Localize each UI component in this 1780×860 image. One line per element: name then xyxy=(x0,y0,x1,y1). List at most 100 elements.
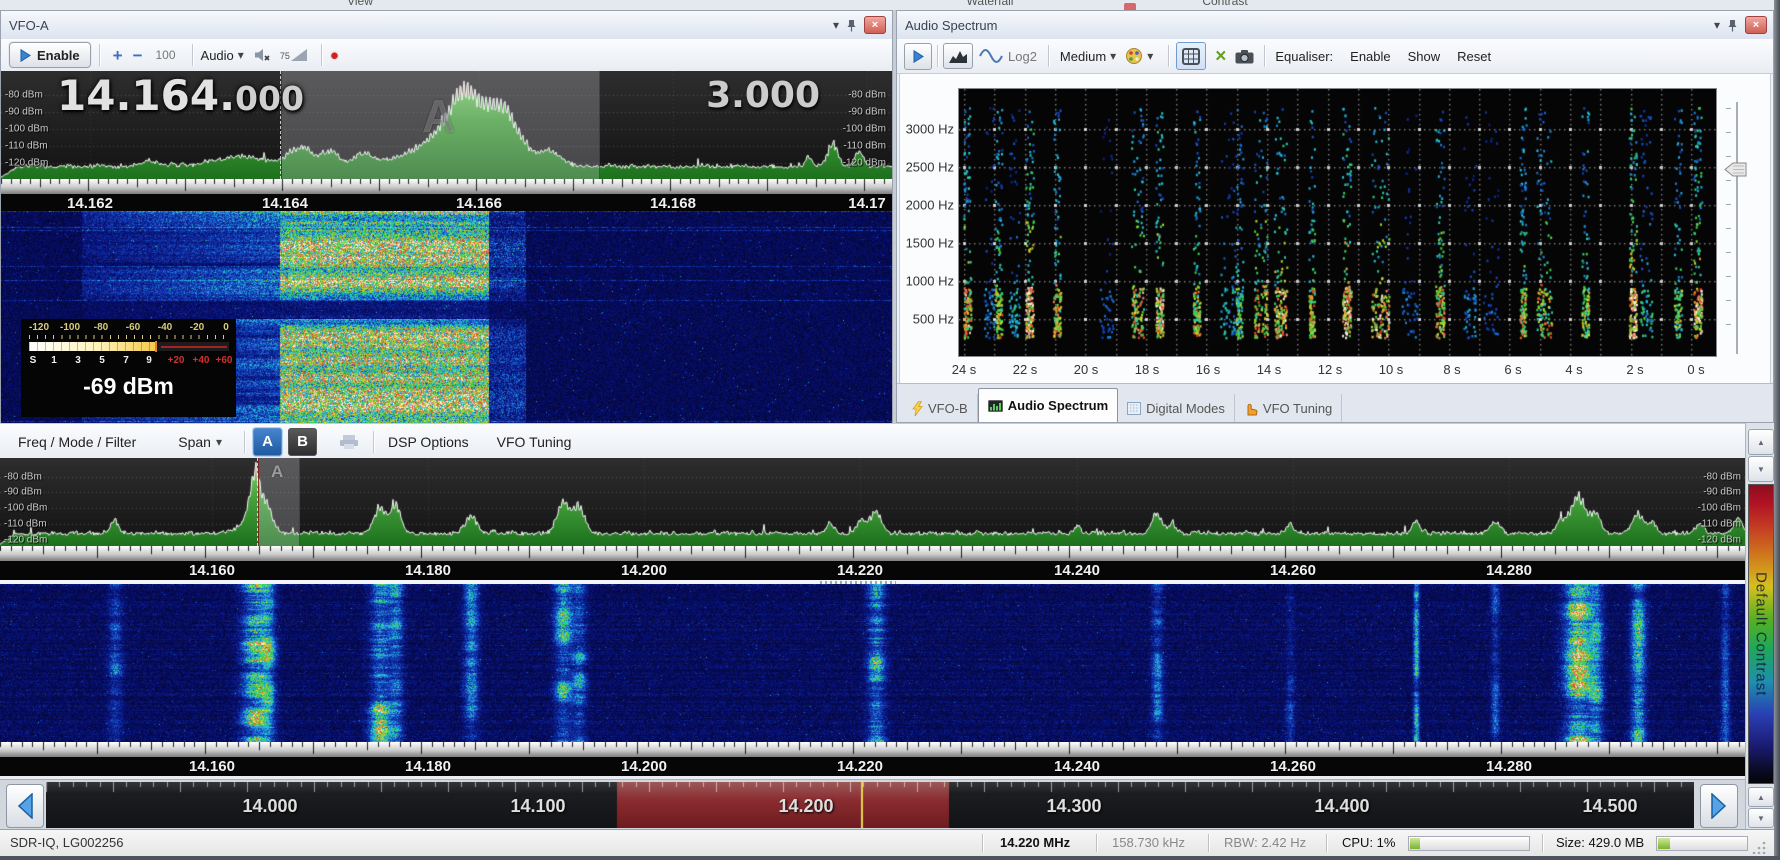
meter-reading: -69 dBm xyxy=(83,373,174,399)
spectrum-view-button[interactable] xyxy=(943,43,973,69)
lightning-icon xyxy=(912,400,923,416)
freq-tick: 14.160 xyxy=(189,758,235,775)
navigator-labels[interactable]: 14.000 14.100 14.200 14.300 14.400 14.50… xyxy=(46,782,1694,828)
vfo-a-frequency-labels[interactable]: 14.162 14.164 14.166 14.168 14.17 xyxy=(1,194,892,212)
dsp-options-button[interactable]: DSP Options xyxy=(388,434,469,450)
meter-s-tick: 1 xyxy=(51,355,57,366)
meter-over-tick: +60 xyxy=(215,355,233,366)
span-dropdown-icon[interactable]: ▾ xyxy=(216,436,222,448)
audio-waterfall-canvas[interactable] xyxy=(958,88,1717,357)
close-icon[interactable]: × xyxy=(1745,16,1767,34)
printer-icon[interactable] xyxy=(339,434,359,450)
palette-dropdown-icon[interactable]: ▾ xyxy=(1147,50,1153,62)
meter-s-scale: S 1 3 5 7 9 +20 +40 +60 xyxy=(21,355,236,367)
scroll-down-button[interactable]: ▼ xyxy=(1748,808,1774,828)
vfo-tuning-hand-icon xyxy=(1247,403,1258,415)
vfo-a-filter-selection[interactable]: A xyxy=(281,71,600,179)
clear-icon[interactable]: × xyxy=(1215,47,1226,66)
camera-icon[interactable] xyxy=(1235,49,1254,64)
time-tick: 12 s xyxy=(1317,362,1343,377)
scroll-up-button[interactable]: ▲ xyxy=(1748,787,1774,807)
main-vfo-tuning-button[interactable]: VFO Tuning xyxy=(497,434,572,450)
audio-spectrum-header[interactable]: Audio Spectrum ▾ × xyxy=(897,11,1773,40)
slider-handle[interactable] xyxy=(1724,162,1748,177)
audio-play-button[interactable] xyxy=(904,42,932,70)
time-tick: 2 s xyxy=(1626,362,1644,377)
equaliser-show-button[interactable]: Show xyxy=(1408,49,1441,64)
panel-menu-dropdown-icon[interactable]: ▾ xyxy=(1714,19,1720,31)
tab-audio-spectrum[interactable]: Audio Spectrum xyxy=(977,388,1119,422)
contrast-down-button[interactable]: ▼ xyxy=(1748,456,1774,482)
ribbon-group-waterfall: Waterfall xyxy=(966,0,1014,8)
equaliser-reset-button[interactable]: Reset xyxy=(1457,49,1491,64)
tab-vfo-b[interactable]: VFO-B xyxy=(903,394,978,422)
freq-mode-filter-button[interactable]: Freq / Mode / Filter xyxy=(18,434,136,450)
main-waterfall[interactable] xyxy=(0,584,1745,742)
vfo-a-select-button[interactable]: A xyxy=(253,427,282,456)
main-waterfall-canvas[interactable] xyxy=(0,584,1745,742)
navigate-right-button[interactable] xyxy=(1700,784,1738,828)
frequency-up-button[interactable]: + xyxy=(113,47,123,64)
vfo-b-select-button[interactable]: B xyxy=(288,427,317,456)
vfo-a-header[interactable]: VFO-A ▾ × xyxy=(1,11,892,40)
enable-label: Enable xyxy=(37,47,80,63)
speed-dropdown-icon[interactable]: ▾ xyxy=(1110,50,1116,62)
enable-button[interactable]: Enable xyxy=(9,42,91,68)
left-arrow-icon xyxy=(17,793,33,819)
main-frequency-ruler[interactable] xyxy=(0,546,1745,561)
grid-toggle-button[interactable] xyxy=(1176,42,1207,70)
vfo-a-frequency-ruler[interactable] xyxy=(1,179,892,194)
audio-menu-label[interactable]: Audio xyxy=(201,48,234,63)
log-scale-label[interactable]: Log2 xyxy=(1008,49,1037,64)
main-display-panel: Freq / Mode / Filter Span ▾ A B DSP Opti… xyxy=(0,423,1745,779)
close-icon[interactable]: × xyxy=(864,16,886,34)
contrast-up-button[interactable]: ▲ xyxy=(1748,429,1774,455)
contrast-slider-track[interactable] xyxy=(1736,102,1738,354)
main-frequency-labels[interactable]: 14.160 14.180 14.200 14.220 14.240 14.26… xyxy=(0,561,1745,580)
status-bar: SDR-IQ, LG002256 14.220 MHz 158.730 kHz … xyxy=(0,829,1774,857)
nav-tick: 14.400 xyxy=(1314,796,1370,816)
waterfall-frequency-ruler[interactable] xyxy=(0,742,1745,757)
db-label: -110 dBm xyxy=(4,518,47,530)
status-rbw: RBW: 2.42 Hz xyxy=(1224,835,1307,850)
meter-db-tick: -60 xyxy=(125,322,141,333)
main-spectrum[interactable]: A -80 dBm -90 dBm -100 dBm -110 dBm -120… xyxy=(0,458,1745,546)
freq-tick: 14.180 xyxy=(405,562,451,579)
grid-icon xyxy=(1182,47,1201,65)
vfo-a-spectrum[interactable]: A -80 dBm -90 dBm -100 dBm -110 dBm -120… xyxy=(1,71,892,179)
volume-icon[interactable]: 75 xyxy=(280,49,307,61)
contrast-gradient-bar[interactable]: Default Contrast xyxy=(1748,484,1774,784)
frequency-down-button[interactable]: − xyxy=(133,47,143,64)
hz-tick: 1500 Hz xyxy=(905,235,954,251)
speed-select[interactable]: Medium xyxy=(1060,49,1106,64)
waterfall-frequency-labels[interactable]: 14.160 14.180 14.200 14.220 14.240 14.26… xyxy=(0,757,1745,776)
step-size-value[interactable]: 100 xyxy=(156,48,176,62)
span-button[interactable]: Span xyxy=(178,434,211,450)
tab-vfo-tuning[interactable]: VFO Tuning xyxy=(1235,394,1343,422)
signal-meter: -120 -100 -80 -60 -40 -20 0 S 1 3 5 7 9 … xyxy=(21,319,236,417)
frequency-readout[interactable]: 14.164.000 xyxy=(57,71,304,120)
audio-spectrum-panel: Audio Spectrum ▾ × Log2 Medium ▾ ▾ × Equ… xyxy=(896,10,1774,423)
time-tick: 22 s xyxy=(1012,362,1038,377)
main-filter-selection[interactable]: A xyxy=(258,458,300,546)
equaliser-enable-button[interactable]: Enable xyxy=(1350,49,1390,64)
tab-digital-modes[interactable]: Digital Modes xyxy=(1118,394,1235,422)
panel-menu-dropdown-icon[interactable]: ▾ xyxy=(833,19,839,31)
main-toolbar: Freq / Mode / Filter Span ▾ A B DSP Opti… xyxy=(0,423,1745,460)
pin-icon[interactable] xyxy=(847,19,856,32)
freq-tick: 14.164 xyxy=(262,195,308,212)
meter-s-tick: 9 xyxy=(146,355,152,366)
vfo-a-splitter-handle[interactable] xyxy=(401,212,485,215)
record-icon[interactable]: ● xyxy=(330,48,339,63)
pin-icon[interactable] xyxy=(1728,19,1737,32)
vfo-a-waterfall[interactable]: -120 -100 -80 -60 -40 -20 0 S 1 3 5 7 9 … xyxy=(1,211,892,424)
freq-tick: 14.280 xyxy=(1486,758,1532,775)
resize-grip[interactable] xyxy=(1752,840,1766,854)
navigate-left-button[interactable] xyxy=(6,784,44,828)
sine-wave-icon[interactable] xyxy=(979,48,1003,64)
audio-spectrum-toolbar: Log2 Medium ▾ ▾ × Equaliser: Enable Show… xyxy=(897,39,1773,74)
db-label: -110 dBm xyxy=(5,140,48,152)
audio-dropdown-icon[interactable]: ▾ xyxy=(238,49,244,61)
mute-icon[interactable] xyxy=(254,48,271,62)
palette-icon[interactable] xyxy=(1125,47,1143,65)
